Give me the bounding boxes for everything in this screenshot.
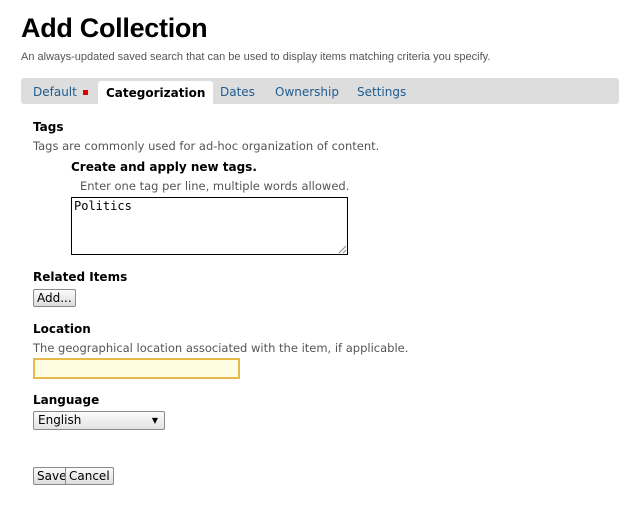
chevron-down-icon: ▼ xyxy=(151,416,158,425)
language-select[interactable]: English ▼ xyxy=(33,411,165,430)
tags-label: Tags xyxy=(33,120,64,134)
language-label: Language xyxy=(33,393,100,407)
tab-default[interactable]: Default xyxy=(33,78,88,104)
new-tags-help: Enter one tag per line, multiple words a… xyxy=(80,179,350,193)
add-related-item-button[interactable]: Add... xyxy=(33,289,76,307)
related-items-label: Related Items xyxy=(33,270,128,284)
tab-ownership-label: Ownership xyxy=(275,85,339,99)
language-selected-value: English xyxy=(38,413,82,427)
page-description: An always-updated saved search that can … xyxy=(21,51,491,63)
location-input[interactable] xyxy=(33,358,240,379)
tab-bar: Default Categorization Dates Ownership S… xyxy=(21,78,619,107)
tab-dates[interactable]: Dates xyxy=(220,78,255,104)
tab-dates-label: Dates xyxy=(220,85,255,99)
new-tags-label: Create and apply new tags. xyxy=(71,160,257,174)
tab-settings[interactable]: Settings xyxy=(357,78,406,104)
new-tags-textarea[interactable]: Politics xyxy=(71,197,348,255)
page-title: Add Collection xyxy=(21,13,208,43)
cancel-button[interactable]: Cancel xyxy=(65,467,114,485)
tab-ownership[interactable]: Ownership xyxy=(275,78,339,104)
tags-help: Tags are commonly used for ad-hoc organi… xyxy=(33,139,380,153)
tab-categorization[interactable]: Categorization xyxy=(98,81,214,107)
tab-default-label: Default xyxy=(33,85,77,99)
location-help: The geographical location associated wit… xyxy=(33,341,409,355)
location-label: Location xyxy=(33,322,91,336)
required-marker-icon xyxy=(82,90,88,95)
tab-categorization-label: Categorization xyxy=(106,86,206,100)
tab-settings-label: Settings xyxy=(357,85,407,99)
